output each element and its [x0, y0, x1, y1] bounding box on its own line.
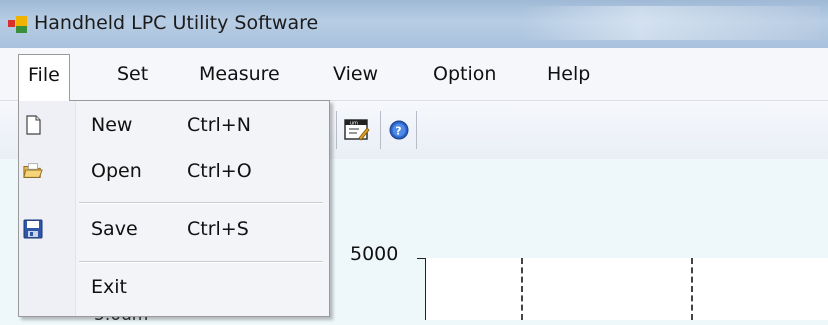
menu-item-exit[interactable]: Exit: [19, 267, 329, 307]
menu-separator: [79, 261, 323, 263]
menu-item-label: Exit: [91, 276, 127, 298]
menu-view[interactable]: View: [324, 54, 387, 94]
svg-text:um: um: [350, 121, 358, 127]
chart-gridline: [691, 258, 693, 320]
menu-measure[interactable]: Measure: [190, 54, 289, 94]
menu-set[interactable]: Set: [108, 54, 157, 94]
svg-text:?: ?: [395, 125, 401, 138]
menu-option[interactable]: Option: [424, 54, 505, 94]
save-disk-icon: [23, 219, 43, 239]
new-document-icon: [26, 115, 41, 135]
menu-item-label: New: [91, 114, 133, 136]
menu-item-label: Open: [91, 160, 142, 182]
menu-item-open[interactable]: Open Ctrl+O: [19, 151, 329, 191]
toolbar-separator: [380, 111, 381, 149]
chart-plot-area: [425, 258, 828, 320]
app-icon: [8, 16, 27, 33]
y-axis-tick: [417, 258, 425, 259]
title-bar: Handheld LPC Utility Software: [0, 0, 828, 48]
help-icon[interactable]: ?: [388, 119, 410, 141]
menu-help[interactable]: Help: [538, 54, 599, 94]
menu-bar: File Set Measure View Option Help: [0, 48, 828, 101]
y-axis-tick-label: 5000: [350, 243, 399, 265]
menu-item-shortcut: Ctrl+O: [187, 160, 252, 182]
window-title: Handheld LPC Utility Software: [34, 12, 319, 34]
toolbar-separator: [336, 111, 337, 149]
settings-window-icon[interactable]: um: [344, 118, 370, 142]
chart-gridline: [521, 258, 523, 320]
toolbar-separator: [416, 111, 417, 149]
open-folder-icon: [23, 163, 43, 178]
menu-file[interactable]: File: [18, 54, 70, 101]
menu-item-new[interactable]: New Ctrl+N: [19, 105, 329, 145]
menu-item-label: Save: [91, 218, 138, 240]
menu-separator: [79, 202, 323, 204]
menu-item-shortcut: Ctrl+S: [187, 218, 249, 240]
menu-item-save[interactable]: Save Ctrl+S: [19, 209, 329, 249]
title-bar-glass: [520, 6, 820, 40]
file-dropdown-menu: New Ctrl+N Open Ctrl+O Save Ctrl+S Exit: [18, 100, 330, 317]
menu-item-shortcut: Ctrl+N: [187, 114, 251, 136]
